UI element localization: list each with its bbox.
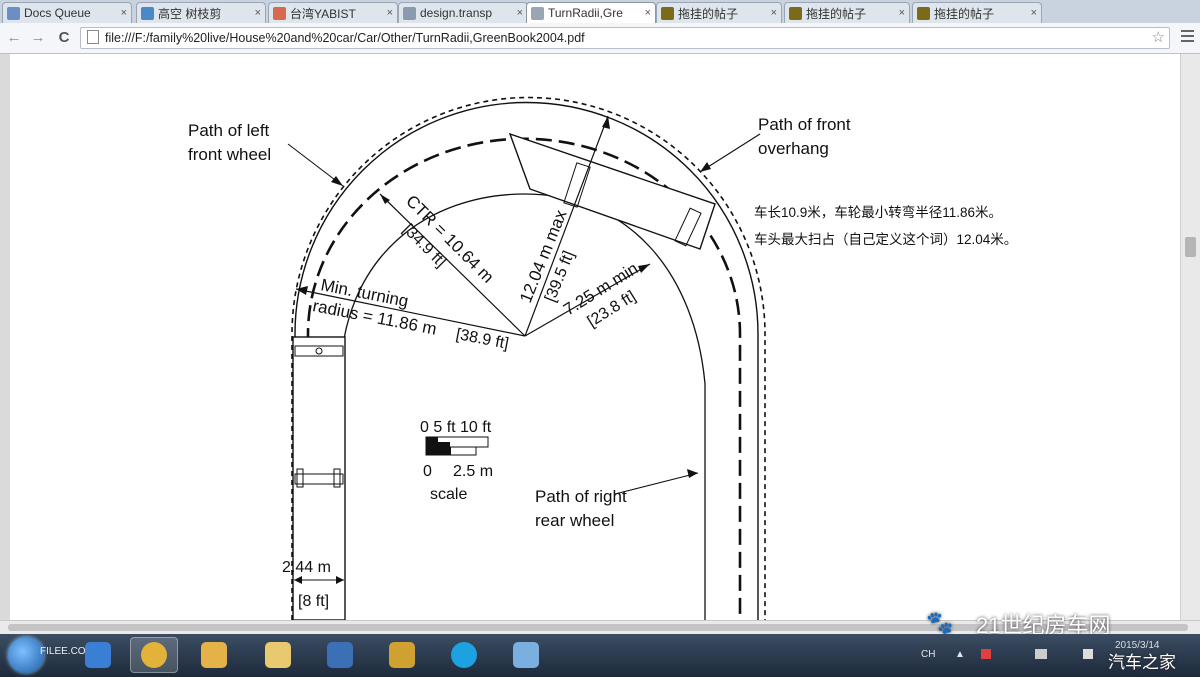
forward-arrow-icon[interactable]: → <box>28 28 48 48</box>
label-scale-m-0: 0 <box>423 463 432 480</box>
label-width-ft: [8 ft] <box>298 593 329 610</box>
watermark-paw-icon: 🐾 <box>926 610 954 635</box>
address-bar[interactable]: file:///F:/family%20live/House%20and%20c… <box>80 27 1170 49</box>
arrowhead <box>331 176 343 186</box>
tab-close-icon[interactable]: × <box>387 7 393 19</box>
taskbar-paint-icon[interactable] <box>502 637 550 673</box>
tab-bar: Docs Queue × 高空 树枝剪 × 台湾YABIST × design.… <box>0 0 1200 23</box>
back-arrow-icon[interactable]: ← <box>4 28 24 48</box>
tab-favicon-icon <box>141 6 154 20</box>
browser-toolbar: ← → C file:///F:/family%20live/House%20a… <box>0 23 1200 54</box>
taskbar-skype-icon[interactable] <box>440 637 488 673</box>
tab-branch-cutter[interactable]: 高空 树枝剪 × <box>136 2 266 23</box>
vertical-scroll-thumb[interactable] <box>1185 237 1196 257</box>
tab-trailer-post-1[interactable]: 拖挂的帖子 × <box>656 2 782 23</box>
label-min-turning-ft: [38.9 ft] <box>454 326 510 353</box>
tab-close-icon[interactable]: × <box>517 7 523 19</box>
arrowhead <box>700 162 711 172</box>
tab-close-icon[interactable]: × <box>899 7 905 19</box>
tab-favicon-icon <box>531 6 544 20</box>
tab-close-icon[interactable]: × <box>645 7 651 19</box>
taskbar-viewer-icon[interactable] <box>378 637 426 673</box>
address-url: file:///F:/family%20live/House%20and%20c… <box>105 31 585 45</box>
bookmark-star-icon[interactable]: ☆ <box>1152 28 1165 48</box>
tab-close-icon[interactable]: × <box>121 7 127 19</box>
taskbar-ie-icon[interactable] <box>74 637 122 673</box>
tray-expand-icon[interactable]: ▲ <box>955 649 965 660</box>
label-path-right-rear-line2: rear wheel <box>535 511 614 530</box>
tab-design[interactable]: design.transp × <box>398 2 528 23</box>
start-orb-icon[interactable] <box>8 637 44 673</box>
turning-radius-diagram: Path of left front wheel Path of front o… <box>188 96 1017 620</box>
tab-close-icon[interactable]: × <box>255 7 261 19</box>
label-path-left-front-line2: front wheel <box>188 145 271 164</box>
arrowhead <box>687 469 698 478</box>
tray-volume-icon[interactable] <box>1083 649 1093 659</box>
tab-favicon-icon <box>917 6 930 20</box>
rear-wheel-path <box>339 193 706 620</box>
annotation-note-2: 车头最大扫占（自己定义这个词）12.04米。 <box>754 231 1017 247</box>
watermark-secondary: 汽车之家 <box>1108 653 1176 672</box>
watermark: 🐾 21世纪房车网 <box>926 608 1196 638</box>
label-path-front-overhang-line2: overhang <box>758 139 829 158</box>
vertical-scrollbar[interactable] <box>1180 54 1200 620</box>
scale-bar-fill <box>438 442 450 447</box>
scale-bar-fill <box>426 437 438 447</box>
tab-favicon-icon <box>661 6 674 20</box>
taskbar-chrome-icon[interactable] <box>130 637 178 673</box>
tray-flag-icon[interactable] <box>981 649 991 659</box>
tab-close-icon[interactable]: × <box>771 7 777 19</box>
label-scale: scale <box>430 486 467 503</box>
tab-turnradii[interactable]: TurnRadii,Gre × <box>526 2 656 23</box>
reload-icon[interactable]: C <box>54 28 74 48</box>
tab-docs-queue[interactable]: Docs Queue × <box>2 2 132 23</box>
vehicle-turned-body <box>508 132 716 250</box>
tab-favicon-icon <box>403 6 416 20</box>
taskbar-mail-icon[interactable] <box>190 637 238 673</box>
label-width-m: 2.44 m <box>282 559 331 576</box>
label-path-left-front-line1: Path of left <box>188 121 270 140</box>
tab-favicon-icon <box>7 6 20 20</box>
taskbar-explorer-icon[interactable] <box>254 637 302 673</box>
tab-yabist[interactable]: 台湾YABIST × <box>268 2 398 23</box>
label-path-right-rear-line1: Path of right <box>535 487 627 506</box>
tab-close-icon[interactable]: × <box>1031 7 1037 19</box>
tab-trailer-post-3[interactable]: 拖挂的帖子 × <box>912 2 1042 23</box>
label-path-front-overhang-line1: Path of front <box>758 115 851 134</box>
taskbar-shield-icon[interactable] <box>316 637 364 673</box>
page-icon <box>87 30 99 44</box>
tray-network-icon[interactable] <box>1035 649 1047 659</box>
tab-trailer-post-2[interactable]: 拖挂的帖子 × <box>784 2 910 23</box>
label-scale-m-1: 2.5 m <box>453 463 493 480</box>
tab-favicon-icon <box>789 6 802 20</box>
annotation-note-1: 车长10.9米，车轮最小转弯半径11.86米。 <box>754 204 1002 220</box>
label-scale-ft: 0 5 ft 10 ft <box>420 419 492 436</box>
leader-right-rear <box>614 472 699 495</box>
language-indicator[interactable]: CH <box>921 649 935 660</box>
tab-favicon-icon <box>273 6 286 20</box>
scale-bar-fill <box>426 447 451 455</box>
menu-icon[interactable] <box>1178 27 1196 47</box>
